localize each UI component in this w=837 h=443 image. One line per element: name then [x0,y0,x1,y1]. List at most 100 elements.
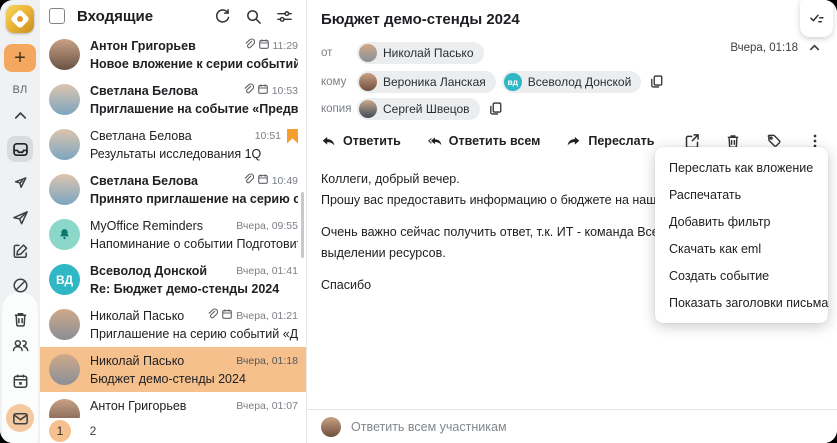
sender-name: Светлана Белова [90,174,198,188]
sidebar-contacts-icon[interactable] [7,332,33,358]
context-menu: Переслать как вложение Распечатать Добавит… [655,147,828,323]
sender-name: Светлана Белова [90,84,198,98]
folder-title: Входящие [77,7,154,25]
sender-name: MyOffice Reminders [90,219,203,233]
avatar: ВД [49,264,80,295]
avatar [359,43,377,62]
list-item[interactable]: Светлана Белова 10:53 Приглашение на соб… [40,77,306,122]
list-item[interactable]: Антон Григорьев Вчера, 01:07 [40,392,306,418]
sidebar-calendar-icon[interactable] [7,368,33,394]
timestamp: 11:29 [272,40,299,52]
sidebar-inbox-icon[interactable] [7,136,33,162]
event-icon [257,82,272,100]
timestamp: Вчера, 09:55 [236,220,298,232]
subject-snippet: Бюджет демо-стенды 2024 [90,372,246,386]
avatar [49,399,80,418]
list-scrollbar[interactable] [301,192,304,258]
filter-sliders-icon[interactable] [274,6,294,26]
recipient-chip[interactable]: вд Всеволод Донской [501,70,642,93]
avatar [49,309,80,340]
list-item[interactable]: ВД Всеволод Донской Вчера, 01:41 Re: Бюд… [40,257,306,302]
avatar [359,72,377,91]
list-item[interactable]: Николай Пасько Вчера, 01:21 Приглашение … [40,302,306,347]
from-label: от [321,46,333,59]
sidebar-mail-icon[interactable] [6,404,34,432]
from-row: от Николай Пасько Вчера, 01:18 [321,41,823,64]
sender-name: Антон Григорьев [90,39,196,53]
copy-cc-icon[interactable] [488,101,503,116]
subject-snippet: Приглашение на серию событий «Демо стен.… [90,327,298,341]
list-item[interactable]: Светлана Белова 10:49 Принято приглашени… [40,167,306,212]
context-menu-item[interactable]: Добавить фильтр [655,208,828,235]
list-item[interactable]: Николай Пасько Вчера, 01:18 Бюджет демо-… [40,347,306,392]
logo-dot [17,16,23,22]
list-item[interactable]: Антон Григорьев 11:29 Новое вложение к с… [40,32,306,77]
subject-snippet: Принято приглашение на серию событий «..… [90,192,298,206]
email-subject: Бюджет демо-стенды 2024 [321,11,520,28]
refresh-icon[interactable] [212,6,232,26]
sidebar-spam-icon[interactable] [7,272,33,298]
tasks-panel-toggle[interactable] [800,0,833,37]
context-menu-item[interactable]: Скачать как eml [655,235,828,262]
sidebar-flagged-icon[interactable] [7,170,33,196]
attachment-icon [242,82,257,100]
page-button[interactable]: 1 [49,419,71,442]
reply-all-button[interactable]: Ответить всем [427,134,540,149]
timestamp: 10:53 [271,85,298,97]
context-menu-item[interactable]: Создать событие [655,262,828,289]
timestamp: Вчера, 01:21 [236,310,298,322]
email-date: Вчера, 01:18 [730,41,798,54]
avatar [49,39,80,70]
email-rows: Антон Григорьев 11:29 Новое вложение к с… [40,32,306,418]
avatar [49,84,80,115]
recipient-chip[interactable]: Николай Пасько [357,41,484,64]
cc-label: копия [321,102,352,115]
search-icon[interactable] [243,6,263,26]
subject-snippet: Напоминание о событии Подготовить отчет.… [90,237,298,251]
subject-snippet: Re: Бюджет демо-стенды 2024 [90,282,280,296]
avatar [49,129,80,160]
recipient-name: Всеволод Донской [527,74,632,89]
copy-recipients-icon[interactable] [649,74,664,89]
collapse-header-icon[interactable] [808,41,821,54]
pagination: 12 [40,418,306,443]
user-initials[interactable]: ВЛ [12,84,27,96]
avatar [359,99,377,118]
sidebar-drafts-icon[interactable] [7,238,33,264]
context-menu-item[interactable]: Показать заголовки письма [655,289,828,316]
attachment-icon [243,37,258,55]
event-icon [257,172,272,190]
forward-button[interactable]: Переслать [566,134,654,149]
recipient-chip[interactable]: Сергей Швецов [357,97,480,120]
bookmark-flag-icon[interactable] [287,128,298,144]
page-button[interactable]: 2 [82,420,104,442]
avatar [49,354,80,385]
collapse-chevron-up-icon[interactable] [7,102,33,128]
recipient-name: Сергей Швецов [383,101,470,116]
reply-button[interactable]: Ответить [321,134,401,149]
subject-snippet: Результаты исследования 1Q [90,147,262,161]
context-menu-item[interactable]: Переслать как вложение [655,154,828,181]
sidebar-trash-icon[interactable] [7,306,33,332]
forward-icon [568,136,580,146]
subject-snippet: Приглашение на событие «Предварительно..… [90,102,298,116]
cc-row: копия Сергей Швецов [321,97,823,120]
message-list-panel: Входящие Антон Григорьев 11:29 Новое вло… [40,0,307,443]
select-all-checkbox[interactable] [49,8,65,24]
context-menu-item[interactable]: Распечатать [655,181,828,208]
avatar [321,416,341,437]
timestamp: 10:51 [254,130,281,142]
sidebar-sent-icon[interactable] [7,204,33,230]
recipient-name: Вероника Ланская [383,74,486,89]
recipient-chip[interactable]: Вероника Ланская [357,70,496,93]
list-item[interactable]: MyOffice Reminders Вчера, 09:55 Напомина… [40,212,306,257]
quick-reply-bar[interactable]: Ответить всем участникам [307,409,837,443]
quick-reply-placeholder: Ответить всем участникам [351,419,507,434]
avatar [49,174,80,205]
reply-icon [322,136,335,146]
list-item[interactable]: Светлана Белова 10:51 Результаты исследо… [40,122,306,167]
app-logo[interactable] [6,5,34,33]
event-icon [221,307,236,325]
compose-button[interactable]: + [4,44,36,72]
app-window: + ВЛ Входящие Антон Григорьев 11:29 Ново… [0,0,837,443]
